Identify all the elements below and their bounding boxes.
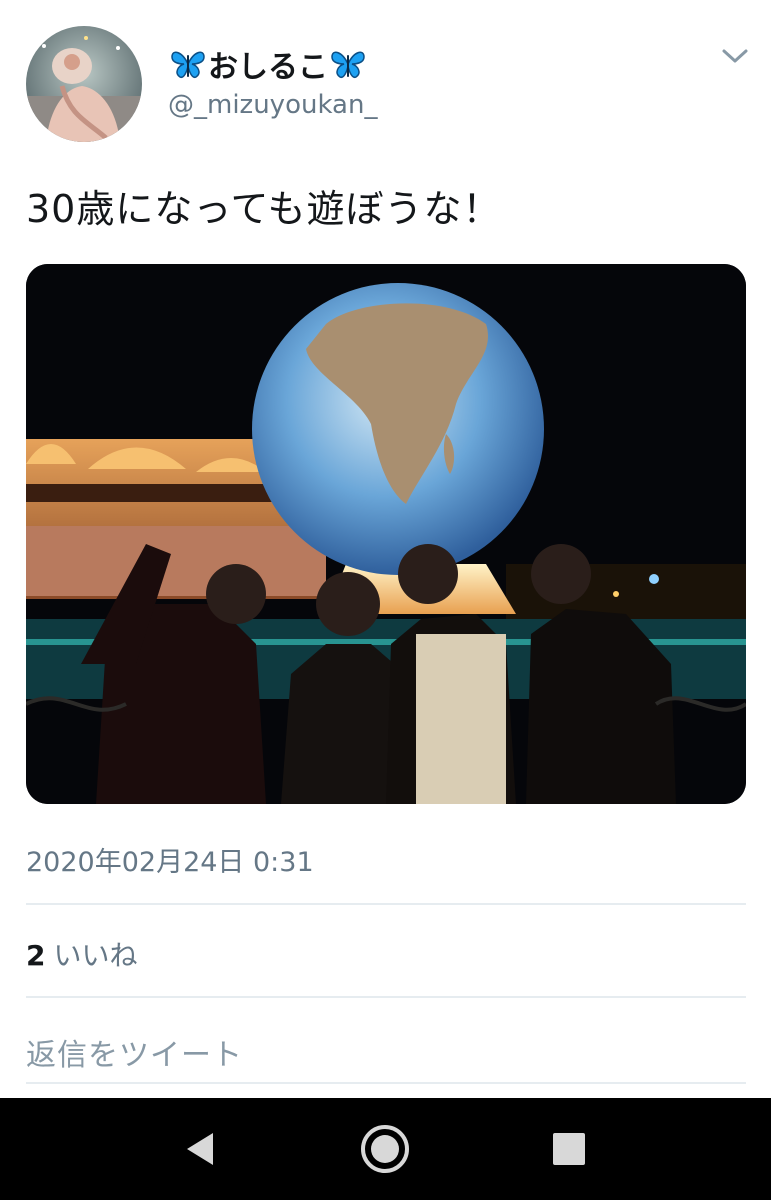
likes-label: いいね xyxy=(53,939,138,972)
butterfly-icon xyxy=(171,51,205,79)
divider xyxy=(26,996,746,998)
recents-square-icon xyxy=(553,1133,585,1165)
android-nav-bar xyxy=(0,1098,771,1200)
likes-stat[interactable]: 2 いいね xyxy=(26,934,138,974)
reply-input[interactable]: 返信をツイート xyxy=(26,1030,243,1074)
likes-count: 2 xyxy=(26,939,46,972)
tweet-card: おしるこ @_mizuyoukan_ 30歳になっても遊ぼうな！ 2020年02… xyxy=(0,0,771,1098)
display-name-text: おしるこ xyxy=(208,50,328,85)
divider xyxy=(26,1082,746,1084)
back-button[interactable] xyxy=(174,1123,226,1175)
tweet-timestamp: 2020年02月24日 0:31 xyxy=(26,847,314,878)
home-button[interactable] xyxy=(359,1123,411,1175)
recents-button[interactable] xyxy=(543,1123,595,1175)
avatar-image xyxy=(26,26,142,142)
back-triangle-icon xyxy=(187,1133,213,1165)
divider xyxy=(26,903,746,905)
display-name[interactable]: おしるこ xyxy=(168,44,368,85)
tweet-photo[interactable] xyxy=(26,264,746,804)
home-circle-icon xyxy=(361,1125,409,1173)
photo-image xyxy=(26,264,746,804)
butterfly-icon xyxy=(331,51,365,79)
tweet-text: 30歳になっても遊ぼうな！ xyxy=(26,187,502,231)
chevron-down-icon[interactable] xyxy=(720,44,750,68)
avatar[interactable] xyxy=(26,26,142,142)
user-handle[interactable]: @_mizuyoukan_ xyxy=(168,90,377,120)
